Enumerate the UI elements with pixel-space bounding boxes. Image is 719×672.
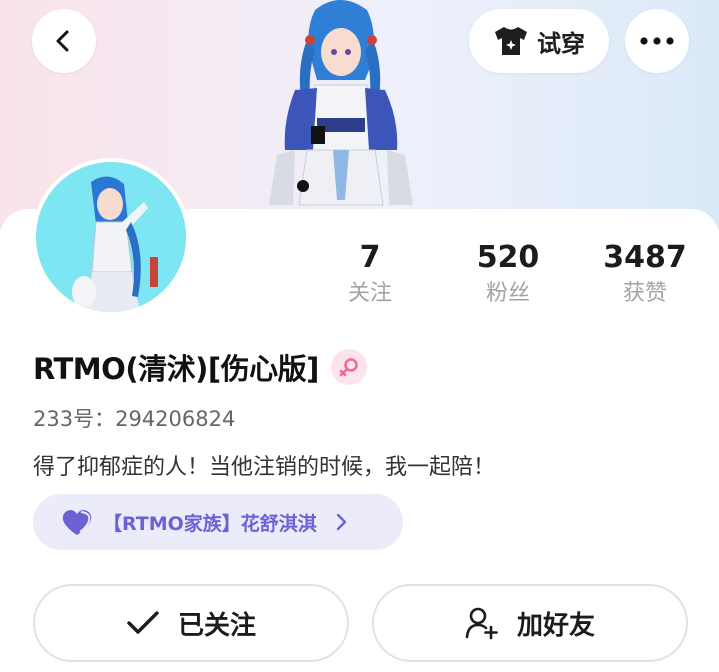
avatar[interactable] [32,158,190,316]
add-friend-button[interactable]: 加好友 [372,584,688,662]
try-on-button[interactable]: 试穿 [469,9,609,73]
stat-value: 7 [359,240,381,275]
more-dots-icon [640,37,674,45]
following-label: 已关注 [177,610,256,641]
more-options-button[interactable] [625,9,689,73]
user-plus-icon [465,607,498,640]
username: RTMO(清沭)[伤心版] [33,352,319,386]
stat-label: 关注 [347,281,392,306]
chevron-left-icon [56,30,69,52]
stat-following[interactable]: 7 关注 [300,240,440,308]
profile-stats: 7 关注 520 粉丝 3487 获赞 [300,240,700,320]
tshirt-icon [495,27,527,55]
stat-label: 粉丝 [485,281,530,306]
character-model-image [269,0,413,206]
add-friend-label: 加好友 [516,610,595,641]
stat-label: 获赞 [622,281,667,306]
stat-followers[interactable]: 520 粉丝 [438,240,578,308]
following-button[interactable]: 已关注 [33,584,349,662]
username-row: RTMO(清沭)[伤心版] [33,347,367,387]
stat-likes[interactable]: 3487 获赞 [575,240,715,308]
back-button[interactable] [32,9,96,73]
stat-value: 520 [476,240,540,275]
try-on-label: 试穿 [537,29,585,58]
check-icon [127,611,159,634]
chevron-right-icon [336,513,346,531]
user-id-value: 294206824 [115,407,236,431]
user-id: 233号：294206824 [33,403,235,433]
heart-icon [62,510,92,535]
family-name: 【RTMO家族】花舒淇淇 [103,512,317,535]
gender-badge [330,349,367,385]
female-icon [339,358,358,377]
user-id-label: 233号： [33,407,116,431]
bio-text: 得了抑郁症的人！当他注销的时候，我一起陪！ [33,455,496,480]
family-chip[interactable]: 【RTMO家族】花舒淇淇 [33,494,403,550]
avatar-image [36,162,186,312]
stat-value: 3487 [603,240,687,275]
